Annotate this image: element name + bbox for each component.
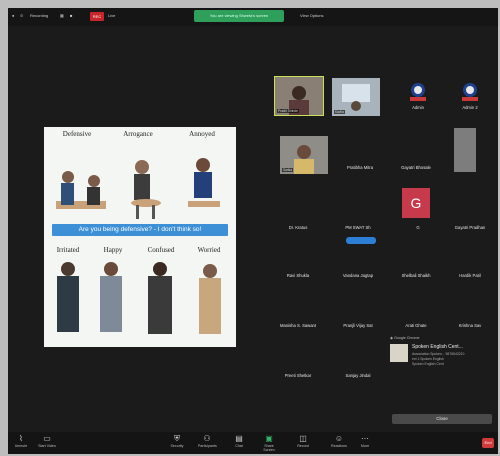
participant-name: Hardik Patil <box>459 273 481 278</box>
participant-name: Gayatri Pradhan <box>454 225 486 230</box>
window-title: Recording <box>30 13 49 18</box>
notification-line: ext 1 Spoken English <box>412 357 444 361</box>
close-button[interactable]: Close <box>392 414 492 424</box>
participant-tile-vandana[interactable]: Vandana Jagtap <box>334 244 382 282</box>
participant-name: Kavita <box>334 110 345 114</box>
avatar: G <box>402 188 430 218</box>
participant-name: Krishna Sav <box>458 323 482 328</box>
more-icon: ⋯ <box>361 434 369 443</box>
share-icon: ▣ <box>265 434 273 443</box>
participant-name: Sanjay Jindal <box>345 373 371 378</box>
participant-video-sarika[interactable]: Sarika <box>280 136 328 174</box>
start-video-button[interactable]: ▭ Start Video <box>38 434 56 448</box>
notification-line: Association Spoken... 9876543210 <box>412 352 465 356</box>
photo-frame: ● ⊙ Recording ▦ ■ REC Live You are viewi… <box>0 0 500 456</box>
participant-tile-admin[interactable]: Admin <box>394 76 442 114</box>
notification-popup: ◉ Google Chrome Spoken English Cent... A… <box>388 336 498 426</box>
participants-button[interactable]: ⚇ Participants <box>198 434 217 448</box>
participant-name: Admin 2 <box>462 105 478 110</box>
participant-tile-gayatri-p[interactable]: Gayatri Pradhan <box>446 196 494 234</box>
shield-icon[interactable]: ⊙ <box>20 13 23 18</box>
profile-logo-icon <box>410 83 426 101</box>
end-button[interactable]: End <box>482 438 494 448</box>
mic-icon: ⌇ <box>19 434 23 443</box>
participant-tile-sanjay[interactable]: Sanjay Jindal <box>334 344 382 382</box>
screen-share-banner: You are viewing Shweta's screen <box>194 10 284 22</box>
video-icon: ▭ <box>43 434 51 443</box>
people-icon: ⚇ <box>203 434 211 443</box>
top-bar: ● ⊙ Recording ▦ ■ REC Live You are viewi… <box>8 8 498 26</box>
shield-icon: ⛨ <box>174 434 180 443</box>
participant-name: Manisha S. Sawant <box>279 323 317 328</box>
participant-name: Admin <box>412 105 424 110</box>
unmute-button[interactable]: ⌇ Unmute <box>12 434 30 448</box>
record-icon: ◫ <box>299 434 307 443</box>
participant-tile-preeti[interactable]: Preeti Shetkar <box>274 344 322 382</box>
participant-tile-pratibha[interactable]: Pratibha Mitra <box>336 136 384 174</box>
reaction-icon: ☺ <box>334 434 344 443</box>
participant-name: Ravi Shukla <box>286 273 310 278</box>
people-illustration-bottom <box>57 262 221 334</box>
participant-name: Gayatri Bhosale <box>401 165 431 170</box>
participant-tile-g[interactable]: G G <box>394 188 442 230</box>
participant-tile-ravi[interactable]: Ravi Shukla <box>274 244 322 282</box>
participant-name: Prachi Shinde <box>277 109 299 113</box>
participant-tile-arati[interactable]: Arati Ghate <box>392 294 440 332</box>
label-happy: Happy <box>103 246 123 254</box>
participant-video-kavita[interactable]: Kavita <box>332 78 380 116</box>
reactions-button[interactable]: ☺ Reactions <box>330 434 348 448</box>
lock-icon: ■ <box>70 13 73 18</box>
share-screen-button[interactable]: ▣ Share Screen <box>260 434 278 452</box>
meeting-toolbar: ⌇ Unmute ▭ Start Video ⛨ Security ⚇ Particip… <box>8 432 498 454</box>
label-defensive: Defensive <box>62 130 92 138</box>
speaking-indicator <box>346 237 376 244</box>
participant-name: Pranjli Vijay Sat <box>343 323 373 328</box>
label-arrogance: Arrogance <box>123 130 153 138</box>
more-button[interactable]: ⋯ More <box>356 434 374 448</box>
profile-logo-icon <box>462 83 478 101</box>
label-worried: Worried <box>197 246 221 254</box>
participant-tile-gayatri-b[interactable]: Gayatri Bhosale <box>392 136 440 174</box>
participant-name: Dr. Kratus <box>288 225 308 230</box>
label-irritated: Irritated <box>56 246 80 254</box>
participant-tile-admin-2[interactable]: Admin 2 <box>446 76 494 114</box>
participant-name: Arati Ghate <box>405 323 427 328</box>
record-status: Live <box>108 13 116 18</box>
record-badge: REC <box>90 12 104 21</box>
participant-tile-pranjli[interactable]: Pranjli Vijay Sat <box>334 294 382 332</box>
participant-tile-pm-swat[interactable]: PM SWAT Sh <box>334 196 382 234</box>
grid-icon[interactable]: ▦ <box>60 13 64 18</box>
participant-tile-kratus[interactable]: Dr. Kratus <box>274 196 322 234</box>
notification-line: Spoken English Cent <box>412 362 444 366</box>
chat-icon: ▤ <box>235 434 243 443</box>
record-button[interactable]: ◫ Record <box>294 434 312 448</box>
meeting-window: ● ⊙ Recording ▦ ■ REC Live You are viewi… <box>8 8 498 454</box>
people-illustration-top <box>56 158 220 219</box>
notification-title: Spoken English Cent... <box>412 344 463 350</box>
participant-name: Pratibha Mitra <box>346 165 374 170</box>
label-annoyed: Annoyed <box>189 130 215 138</box>
participant-name: Preeti Shetkar <box>284 373 312 378</box>
chat-button[interactable]: ▤ Chat <box>230 434 248 448</box>
participant-video-prachi[interactable]: Prachi Shinde <box>274 76 324 116</box>
participant-video-side[interactable] <box>454 128 476 172</box>
participant-name: Sarika <box>282 168 294 172</box>
participant-tile-shelbali[interactable]: Shelbali Shaikh <box>392 244 440 282</box>
participant-tile-manisha[interactable]: Manisha S. Sawant <box>274 294 322 332</box>
notification-source: ◉ Google Chrome <box>390 336 420 340</box>
info-icon[interactable]: ● <box>12 13 14 18</box>
participant-tile-krishna[interactable]: Krishna Sav <box>446 294 494 332</box>
shared-screen: Defensive Arrogance Annoyed Are you bein… <box>44 127 236 347</box>
view-options-menu[interactable]: View Options <box>300 13 324 18</box>
participant-name: Vandana Jagtap <box>342 273 374 278</box>
notification-thumbnail <box>390 344 408 362</box>
participant-name: PM SWAT Sh <box>345 225 371 230</box>
participant-tile-hardik[interactable]: Hardik Patil <box>446 244 494 282</box>
slide-banner: Are you being defensive? - I don't think… <box>52 224 228 236</box>
label-confused: Confused <box>147 246 175 254</box>
security-button[interactable]: ⛨ Security <box>168 434 186 448</box>
participant-name: G <box>416 225 420 230</box>
participant-name: Shelbali Shaikh <box>401 273 431 278</box>
